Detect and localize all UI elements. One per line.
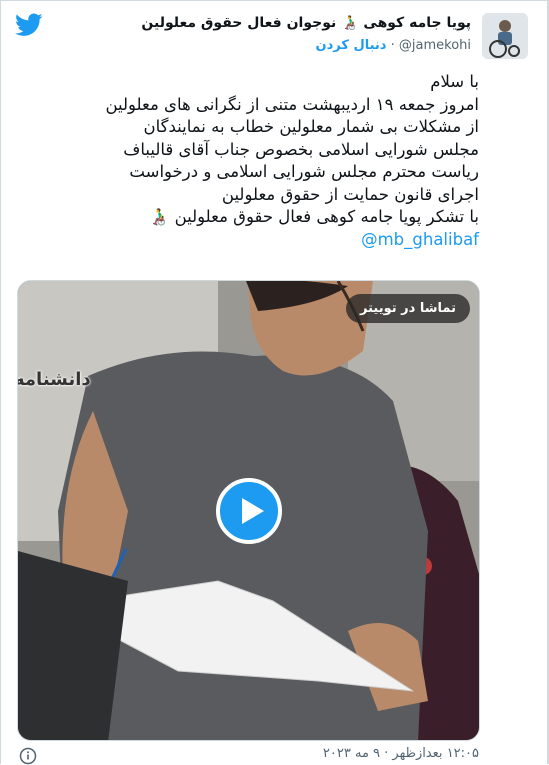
watch-on-twitter-button[interactable]: تماشا در توییتر — [346, 294, 470, 323]
play-icon — [242, 498, 264, 524]
play-button[interactable] — [216, 478, 282, 544]
tweet-body: با سلام امروز جمعه ۱۹ اردیبهشت متنی از ن… — [19, 71, 479, 251]
twitter-bird-icon[interactable] — [15, 13, 43, 37]
author-handle[interactable]: @jamekohi — [399, 38, 471, 53]
tweet-line: از مشکلات بی شمار معلولین خطاب به نمایند… — [143, 117, 480, 136]
tweet-line: با سلام — [430, 72, 479, 91]
avatar-image — [482, 13, 528, 59]
info-icon[interactable] — [19, 747, 37, 765]
author-avatar[interactable] — [482, 13, 528, 59]
mention-link[interactable]: @mb_ghalibaf — [19, 229, 479, 252]
watermark-logo: دانشنامه — [17, 369, 91, 390]
tweet-card: پویا جامه کوهی 👨‍🦽 نوجوان فعال حقوق معلو… — [0, 0, 548, 765]
author-display-name[interactable]: پویا جامه کوهی 👨‍🦽 نوجوان فعال حقوق معلو… — [141, 15, 471, 31]
video-media[interactable]: دانشنامه تماشا در توییتر — [17, 280, 480, 741]
meta-separator: · — [390, 38, 395, 53]
follow-button[interactable]: دنبال کردن — [316, 38, 387, 53]
tweet-line: امروز جمعه ۱۹ اردیبهشت متنی از نگرانی ها… — [105, 94, 479, 114]
tweet-timestamp[interactable]: ۱۲:۰۵ بعدازظهر · ۹ مه ۲۰۲۳ — [323, 746, 479, 761]
tweet-line: اجرای قانون حمایت از حقوق معلولین — [221, 184, 479, 204]
tweet-line: مجلس شورایی اسلامی بخصوص جناب آقای قالیب… — [123, 139, 479, 159]
tweet-line: ریاست محترم مجلس شورایی اسلامی و درخواست — [129, 162, 479, 181]
author-meta: @jamekohi · دنبال کردن — [316, 38, 472, 53]
tweet-line: با تشکر پویا جامه کوهی فعال حقوق معلولین… — [148, 207, 479, 226]
